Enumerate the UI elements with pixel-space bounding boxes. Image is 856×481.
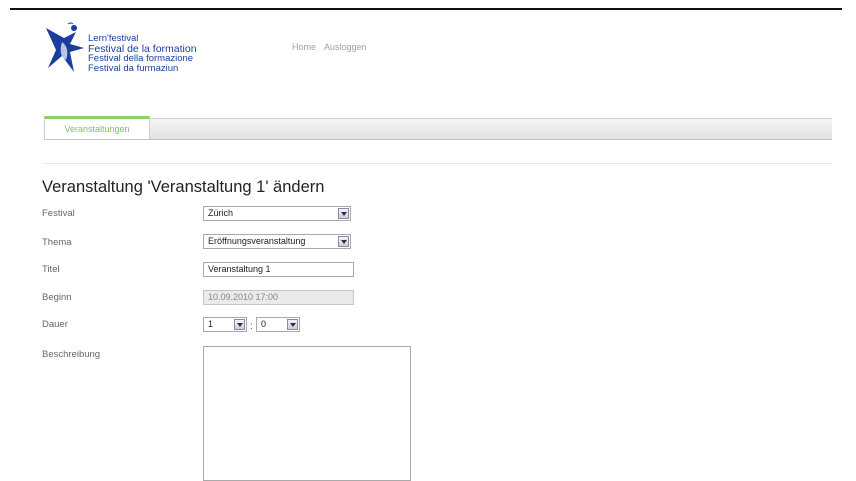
dauer-hours-select[interactable]: 1 xyxy=(203,317,247,332)
chevron-down-icon[interactable] xyxy=(338,208,349,219)
titel-value: Veranstaltung 1 xyxy=(208,264,271,274)
thema-value: Eröffnungsveranstaltung xyxy=(208,236,306,246)
page-title: Veranstaltung 'Veranstaltung 1' ändern xyxy=(42,178,325,196)
titel-input[interactable]: Veranstaltung 1 xyxy=(203,262,354,277)
thema-select[interactable]: Eröffnungsveranstaltung xyxy=(203,234,351,249)
beschreibung-label: Beschreibung xyxy=(42,349,101,360)
dauer-minutes-value: 0 xyxy=(261,319,267,329)
logo-text: Lern'festival Festival de la formation F… xyxy=(88,34,197,74)
chevron-down-icon[interactable] xyxy=(234,319,245,330)
chevron-down-icon[interactable] xyxy=(287,319,298,330)
divider xyxy=(44,163,832,164)
dauer-minutes-select[interactable]: 0 xyxy=(256,317,300,332)
logout-link[interactable]: Ausloggen xyxy=(324,42,367,52)
tab-veranstaltungen[interactable]: Veranstaltungen xyxy=(44,116,150,139)
beginn-label: Beginn xyxy=(42,292,72,303)
festival-value: Zürich xyxy=(208,208,234,218)
festival-label: Festival xyxy=(42,208,75,219)
logo[interactable]: Lern'festival Festival de la formation F… xyxy=(40,22,220,82)
dauer-separator: : xyxy=(250,321,253,332)
beginn-value: 10.09.2010 17:00 xyxy=(208,292,279,302)
thema-label: Thema xyxy=(42,237,72,248)
dauer-hours-value: 1 xyxy=(208,319,214,329)
top-nav: Home Ausloggen xyxy=(292,42,373,52)
beginn-input: 10.09.2010 17:00 xyxy=(203,290,354,305)
tab-bar: Veranstaltungen xyxy=(44,116,832,140)
dauer-label: Dauer xyxy=(42,319,68,330)
top-rule xyxy=(10,8,842,10)
beschreibung-textarea[interactable] xyxy=(203,346,411,481)
chevron-down-icon[interactable] xyxy=(338,236,349,247)
titel-label: Titel xyxy=(42,264,60,275)
festival-select[interactable]: Zürich xyxy=(203,206,351,221)
logo-line: Festival da furmaziun xyxy=(88,63,179,74)
home-link[interactable]: Home xyxy=(292,42,316,52)
